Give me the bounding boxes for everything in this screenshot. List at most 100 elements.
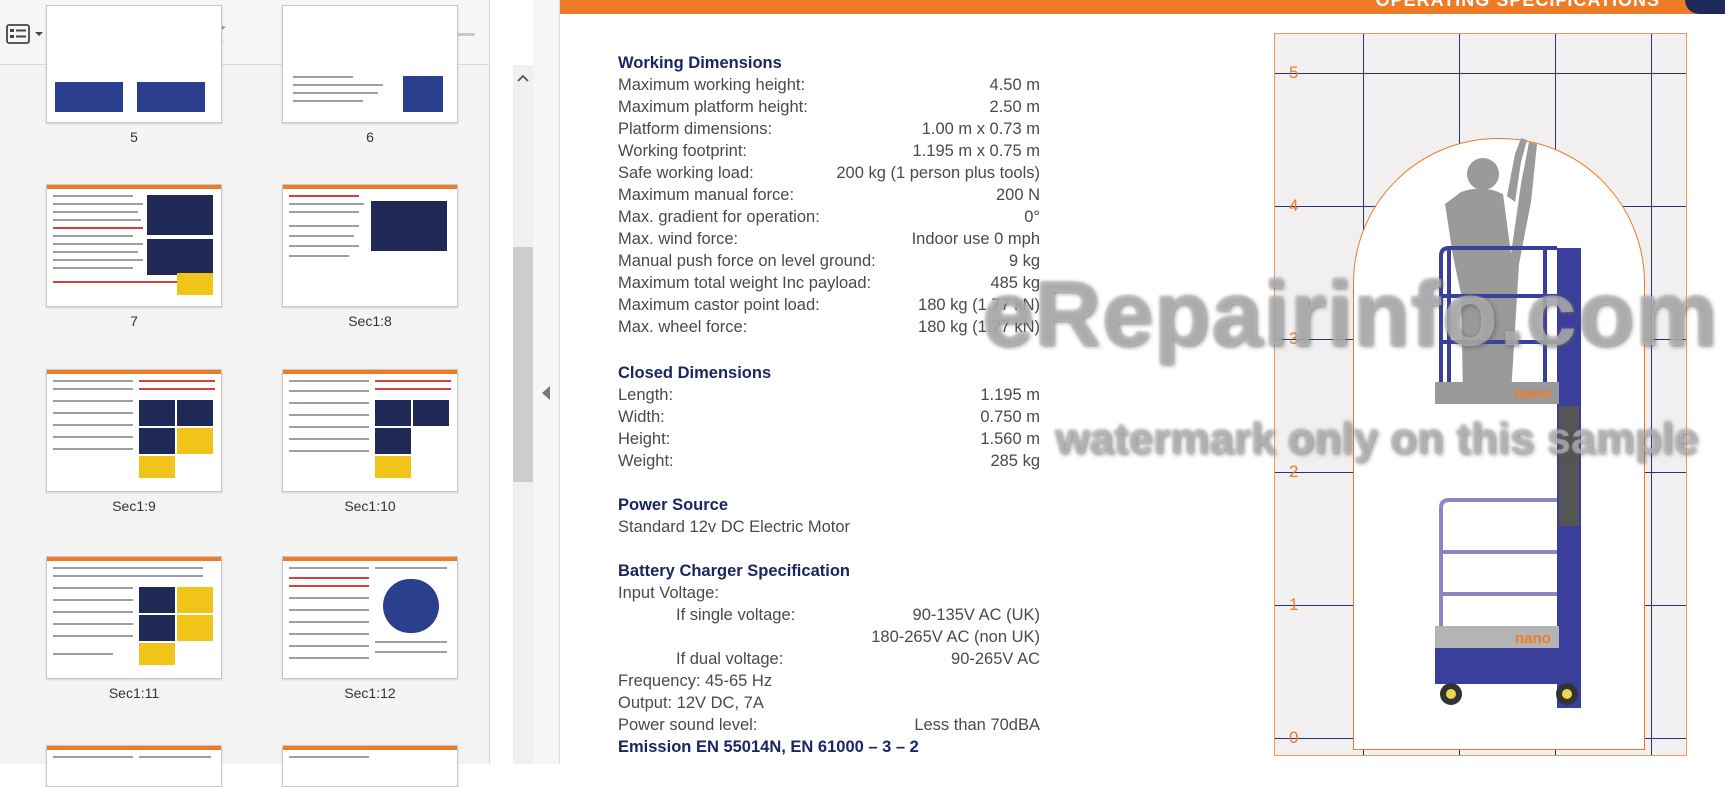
sound-level-label: Power sound level:: [618, 716, 758, 734]
thumbnail-label: Sec1:10: [344, 498, 396, 514]
dual-voltage-row: If dual voltage: 90-265V AC: [618, 650, 1040, 672]
spec-value: Indoor use 0 mph: [911, 230, 1040, 248]
spec-value: 4.50 m: [989, 76, 1040, 94]
scroll-up-button[interactable]: [513, 68, 533, 88]
spec-label: Width:: [618, 408, 665, 426]
spec-value: 180 kg (1.77 kN): [918, 296, 1040, 314]
spec-label: Maximum working height:: [618, 76, 806, 94]
spec-label: Maximum castor point load:: [618, 296, 820, 314]
spec-row: Manual push force on level ground: 9 kg: [618, 252, 1040, 274]
view-options-button[interactable]: [4, 22, 46, 46]
view-options-icon: [6, 24, 43, 44]
base-logo: nano: [1515, 630, 1551, 647]
working-dimensions-title: Working Dimensions: [618, 54, 782, 72]
single-voltage-row-2: 180-265V AC (non UK): [618, 628, 1040, 650]
spec-label: Manual push force on level ground:: [618, 252, 876, 270]
thumbnail-label: 6: [366, 129, 374, 145]
spec-label: Max. wind force:: [618, 230, 739, 248]
spec-row: Maximum total weight Inc payload: 485 kg: [618, 274, 1040, 296]
page-preview: [46, 184, 222, 307]
spec-value: 2.50 m: [989, 98, 1040, 116]
page-preview: [46, 5, 222, 123]
sound-level-value: Less than 70dBA: [914, 716, 1040, 734]
spec-row: Maximum manual force: 200 N: [618, 186, 1040, 208]
spec-label: Length:: [618, 386, 674, 404]
panel-divider: [533, 0, 560, 764]
input-voltage-label: Input Voltage:: [618, 584, 719, 602]
spec-value: 1.560 m: [980, 430, 1040, 448]
spec-value: 200 kg (1 person plus tools): [836, 164, 1040, 182]
spec-row: Safe working load: 200 kg (1 person plus …: [618, 164, 1040, 186]
spec-row: Platform dimensions: 1.00 m x 0.73 m: [618, 120, 1040, 142]
spec-row: Weight: 285 kg: [618, 452, 1040, 474]
page-preview: [46, 556, 222, 679]
platform-logo: nano: [1515, 385, 1551, 402]
zoom-in-icon: [489, 24, 490, 42]
header-accent: [1685, 0, 1725, 14]
collapse-panel-icon[interactable]: [542, 386, 550, 400]
dual-voltage-label: If dual voltage:: [676, 650, 784, 668]
page-preview: [46, 745, 222, 787]
chevron-up-icon: [517, 74, 529, 82]
document-page: OPERATING SPECIFICATIONS Working Dimensi…: [560, 0, 1725, 764]
spec-label: Safe working load:: [618, 164, 754, 182]
thumbnail-page-sec1-10[interactable]: Sec1:10: [282, 369, 458, 529]
spec-row: Max. wheel force: 180 kg (1.77 kN): [618, 318, 1040, 340]
spec-value: 0°: [1024, 208, 1040, 226]
thumbnail-label: Sec1:11: [108, 685, 160, 701]
thumbnail-page-sec1-8[interactable]: Sec1:8: [282, 184, 458, 344]
spec-row: Max. wind force: Indoor use 0 mph: [618, 230, 1040, 252]
power-source-title: Power Source: [618, 496, 729, 514]
spec-value: 180 kg (1.77 kN): [918, 318, 1040, 336]
spec-row: Length: 1.195 m: [618, 386, 1040, 408]
spec-label: Weight:: [618, 452, 674, 470]
thumbnail-page-sec1-9[interactable]: Sec1:9: [46, 369, 222, 529]
spec-value: 285 kg: [990, 452, 1040, 470]
page-header-title: OPERATING SPECIFICATIONS: [1375, 0, 1660, 10]
frequency-text: Frequency: 45-65 Hz: [618, 672, 773, 690]
height-diagram: 5 4 3 2 1 0 nano nano: [1274, 33, 1687, 756]
spec-label: Maximum manual force:: [618, 186, 795, 204]
spec-label: Working footprint:: [618, 142, 748, 160]
power-source-text: Standard 12v DC Electric Motor: [618, 518, 851, 536]
spec-label: Maximum total weight Inc payload:: [618, 274, 872, 292]
spec-value: 0.750 m: [980, 408, 1040, 426]
spec-label: Max. gradient for operation:: [618, 208, 820, 226]
thumbnail-page-sec1-11[interactable]: Sec1:11: [46, 556, 222, 716]
thumbnail-page-7[interactable]: 7: [46, 184, 222, 344]
machine-base: [1435, 648, 1581, 684]
page-preview: [282, 369, 458, 492]
thumbnail-label: Sec1:9: [112, 498, 156, 514]
thumbnail-label: 5: [130, 129, 138, 145]
operator-silhouette: [1445, 138, 1537, 394]
page-preview: [46, 369, 222, 492]
machine-illustration: nano nano: [1435, 138, 1581, 708]
thumbnail-label: Sec1:8: [348, 313, 392, 329]
spec-value: 9 kg: [1008, 252, 1040, 270]
single-voltage-label: If single voltage:: [676, 606, 796, 624]
scrollbar-thumb[interactable]: [513, 247, 533, 482]
closed-dimensions-title: Closed Dimensions: [618, 364, 772, 382]
page-preview: [282, 745, 458, 787]
emission-title: Emission EN 55014N, EN 61000 – 3 – 2: [618, 738, 919, 756]
single-voltage-row: If single voltage: 90-135V AC (UK): [618, 606, 1040, 628]
thumbnail-list: 5 6 7 Sec1:8 Sec1:9 Sec1:10 Sec1:11 Sec1…: [0, 5, 508, 787]
zoom-in-button[interactable]: [488, 22, 490, 44]
spec-row: Maximum working height: 4.50 m: [618, 76, 1040, 98]
spec-value: 200 N: [995, 186, 1040, 204]
spec-label: Max. wheel force:: [618, 318, 748, 336]
charger-spec-title: Battery Charger Specification: [618, 562, 850, 580]
page-preview: [282, 556, 458, 679]
page-preview: [282, 5, 458, 123]
sound-level-row: Power sound level: Less than 70dBA: [618, 716, 1040, 738]
thumbnail-page-next[interactable]: [46, 745, 222, 787]
page-preview: [282, 184, 458, 307]
spec-label: Maximum platform height:: [618, 98, 808, 116]
single-voltage-value-2: 180-265V AC (non UK): [871, 628, 1040, 646]
dual-voltage-value: 90-265V AC: [951, 650, 1040, 668]
thumbnail-page-sec1-12[interactable]: Sec1:12: [282, 556, 458, 716]
spec-row: Maximum platform height: 2.50 m: [618, 98, 1040, 120]
spec-value: 1.00 m x 0.73 m: [921, 120, 1040, 138]
thumbnail-page-next-2[interactable]: [282, 745, 458, 787]
spec-value: 1.195 m x 0.75 m: [912, 142, 1040, 160]
